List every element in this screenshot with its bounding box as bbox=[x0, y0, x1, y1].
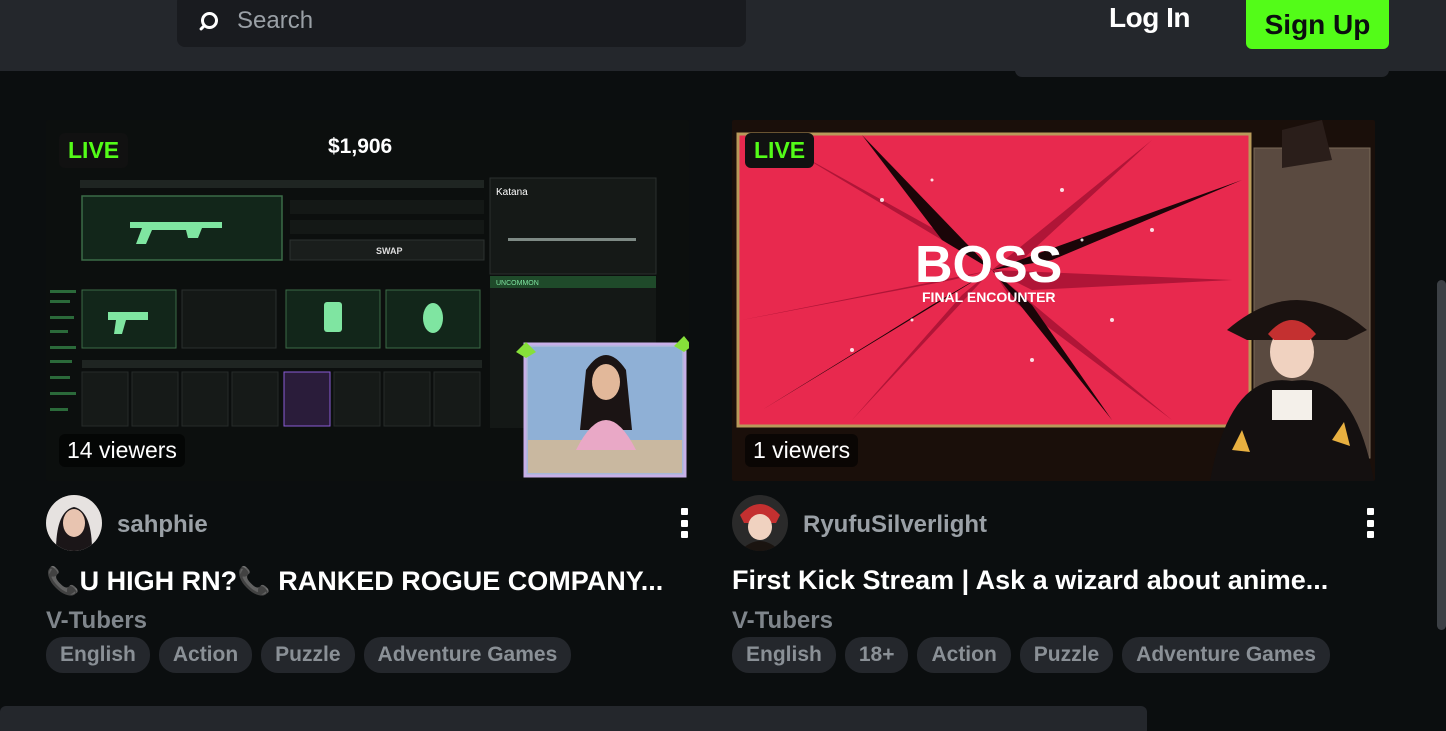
search-icon bbox=[195, 8, 221, 34]
tag-chip[interactable]: English bbox=[46, 637, 150, 673]
search-input[interactable] bbox=[237, 6, 697, 35]
tag-chip[interactable]: Puzzle bbox=[1019, 637, 1114, 673]
tag-chip[interactable]: Action bbox=[158, 637, 253, 673]
channel-name[interactable]: sahphie bbox=[117, 511, 208, 539]
viewer-count: 1 viewers bbox=[745, 434, 859, 467]
search-bar[interactable] bbox=[177, 0, 746, 47]
page-scrollbar[interactable] bbox=[1437, 280, 1446, 630]
thumbnail-boss-subtitle: FINAL ENCOUNTER bbox=[922, 289, 1056, 305]
tag-chip[interactable]: Adventure Games bbox=[1122, 637, 1330, 673]
stream-card[interactable]: $1,906 SWAP Katana UNCOMMON LIVE 14 view… bbox=[46, 120, 689, 681]
stream-category[interactable]: V-Tubers bbox=[46, 607, 147, 635]
tag-list: English 18+ Action Puzzle Adventure Game… bbox=[732, 637, 1330, 673]
more-options-icon[interactable] bbox=[679, 508, 689, 538]
stream-card[interactable]: BOSS FINAL ENCOUNTER LIVE 1 viewers Ryuf… bbox=[732, 120, 1375, 681]
thumbnail-boss-text: BOSS bbox=[915, 236, 1062, 294]
more-options-icon[interactable] bbox=[1365, 508, 1375, 538]
tag-chip[interactable]: Adventure Games bbox=[363, 637, 572, 673]
bottom-panel bbox=[0, 706, 1147, 731]
tag-chip[interactable]: English bbox=[732, 637, 836, 673]
login-button[interactable]: Log In bbox=[1109, 2, 1190, 34]
tag-chip[interactable]: 18+ bbox=[844, 637, 909, 673]
avatar[interactable] bbox=[46, 495, 102, 551]
channel-name[interactable]: RyufuSilverlight bbox=[803, 511, 987, 539]
stream-thumbnail[interactable]: BOSS FINAL ENCOUNTER LIVE 1 viewers bbox=[732, 120, 1375, 481]
stream-title[interactable]: 📞U HIGH RN?📞 RANKED ROGUE COMPANY... bbox=[46, 565, 689, 597]
thumbnail-item-name: Katana bbox=[496, 187, 528, 198]
tag-chip[interactable]: Puzzle bbox=[261, 637, 355, 673]
header-dropdown-edge bbox=[1015, 70, 1389, 77]
stream-thumbnail[interactable]: $1,906 SWAP Katana UNCOMMON LIVE 14 view… bbox=[46, 120, 689, 481]
stream-title[interactable]: First Kick Stream | Ask a wizard about a… bbox=[732, 565, 1375, 596]
viewer-count: 14 viewers bbox=[59, 434, 185, 467]
signup-button[interactable]: Sign Up bbox=[1246, 0, 1389, 49]
stream-category[interactable]: V-Tubers bbox=[732, 607, 833, 635]
thumbnail-swap: SWAP bbox=[376, 246, 403, 256]
avatar[interactable] bbox=[732, 495, 788, 551]
thumbnail-rarity: UNCOMMON bbox=[496, 280, 539, 287]
boss-screen-screenshot: BOSS FINAL ENCOUNTER bbox=[732, 120, 1375, 481]
thumbnail-price: $1,906 bbox=[328, 135, 392, 158]
tag-chip[interactable]: Action bbox=[917, 637, 1011, 673]
top-header: Log In Sign Up bbox=[0, 0, 1446, 71]
live-badge: LIVE bbox=[59, 133, 129, 168]
tag-list: English Action Puzzle Adventure Games bbox=[46, 637, 572, 673]
game-loadout-screenshot: $1,906 SWAP Katana UNCOMMON bbox=[46, 120, 689, 481]
live-badge: LIVE bbox=[745, 133, 815, 168]
